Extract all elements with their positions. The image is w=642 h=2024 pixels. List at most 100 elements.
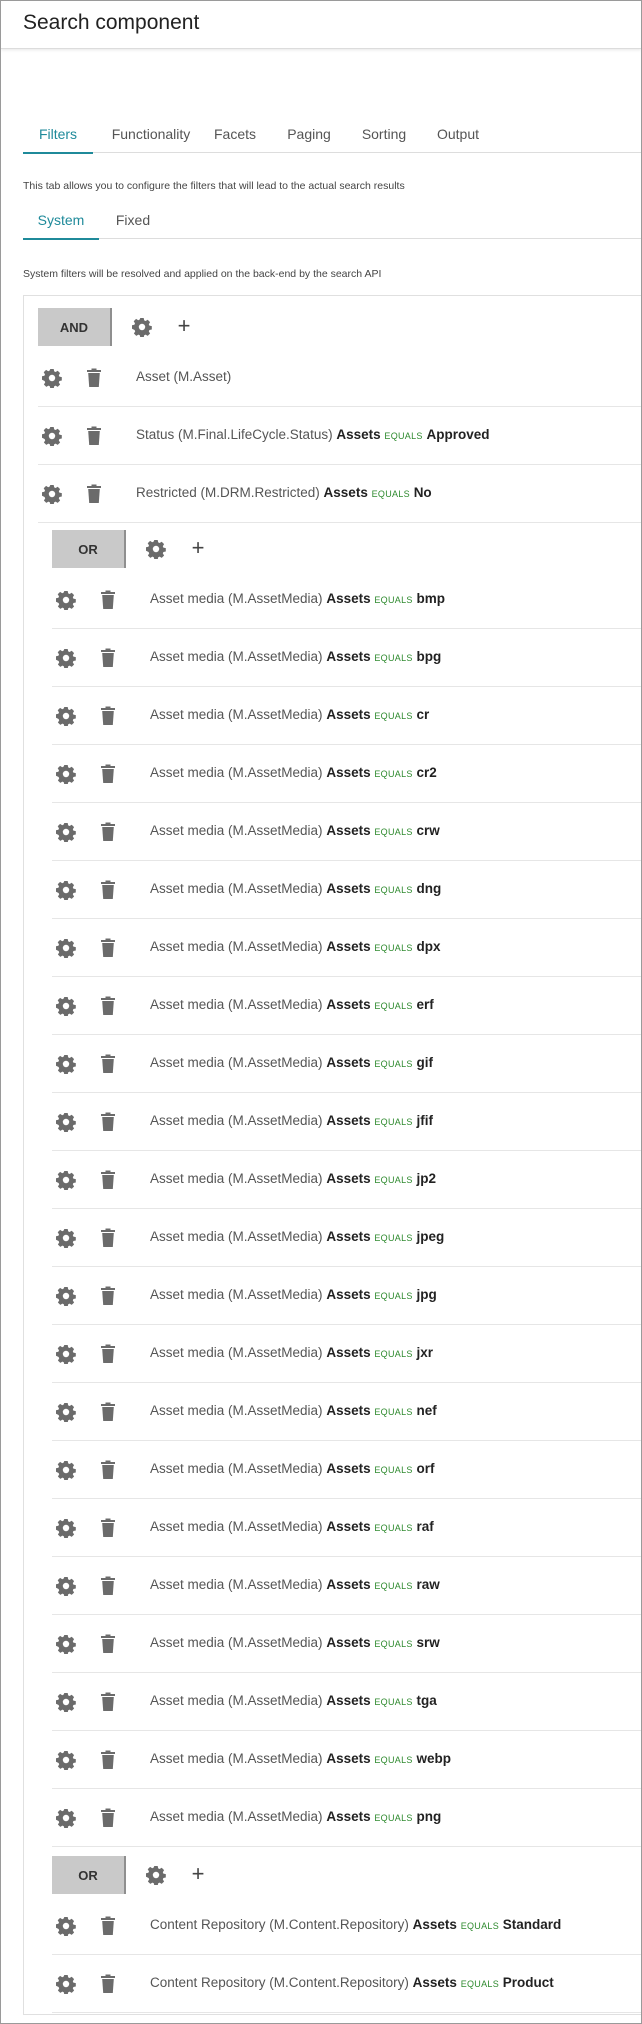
gear-icon[interactable] bbox=[56, 1112, 76, 1132]
subtab-fixed[interactable]: Fixed bbox=[111, 207, 155, 239]
trash-icon[interactable] bbox=[100, 1576, 116, 1596]
gear-icon[interactable] bbox=[56, 1916, 76, 1936]
filter-value: gif bbox=[416, 1055, 433, 1070]
or-group-2-operator-button[interactable]: OR bbox=[52, 1856, 126, 1894]
gear-icon[interactable] bbox=[56, 1974, 76, 1994]
filter-label: Asset media (M.AssetMedia) Assets EQUALS… bbox=[150, 1171, 436, 1186]
gear-icon[interactable] bbox=[42, 484, 62, 504]
gear-icon[interactable] bbox=[56, 1692, 76, 1712]
trash-icon[interactable] bbox=[100, 1974, 116, 1994]
filter-entity: Assets bbox=[323, 485, 368, 500]
trash-icon[interactable] bbox=[100, 648, 116, 668]
trash-icon[interactable] bbox=[100, 1808, 116, 1828]
gear-icon[interactable] bbox=[56, 1634, 76, 1654]
filter-entity: Assets bbox=[336, 427, 381, 442]
or-group-1-operator-button[interactable]: OR bbox=[52, 530, 126, 568]
trash-icon[interactable] bbox=[100, 590, 116, 610]
gear-icon[interactable] bbox=[56, 1228, 76, 1248]
gear-icon[interactable] bbox=[132, 317, 152, 337]
plus-icon[interactable]: + bbox=[174, 314, 194, 338]
filter-row: Asset media (M.AssetMedia) Assets EQUALS… bbox=[52, 572, 641, 629]
trash-icon[interactable] bbox=[100, 1460, 116, 1480]
filter-operator: EQUALS bbox=[374, 1001, 413, 1011]
trash-icon[interactable] bbox=[100, 1402, 116, 1422]
filter-operator: EQUALS bbox=[374, 1175, 413, 1185]
tab-sorting[interactable]: Sorting bbox=[357, 123, 411, 153]
trash-icon[interactable] bbox=[100, 996, 116, 1016]
plus-icon[interactable]: + bbox=[188, 1862, 208, 1886]
trash-icon[interactable] bbox=[100, 1286, 116, 1306]
and-group-operator-button[interactable]: AND bbox=[38, 308, 112, 346]
trash-icon[interactable] bbox=[100, 764, 116, 784]
filter-value: raw bbox=[416, 1577, 440, 1592]
gear-icon[interactable] bbox=[42, 368, 62, 388]
filter-field: Asset media (M.AssetMedia) bbox=[150, 1519, 323, 1534]
gear-icon[interactable] bbox=[56, 706, 76, 726]
trash-icon[interactable] bbox=[86, 368, 102, 388]
gear-icon[interactable] bbox=[146, 1865, 166, 1885]
tab-filters[interactable]: Filters bbox=[23, 123, 93, 154]
trash-icon[interactable] bbox=[100, 1916, 116, 1936]
trash-icon[interactable] bbox=[100, 1344, 116, 1364]
gear-icon[interactable] bbox=[56, 1808, 76, 1828]
tab-output[interactable]: Output bbox=[433, 123, 483, 153]
gear-icon[interactable] bbox=[56, 1402, 76, 1422]
filter-entity: Assets bbox=[326, 1693, 371, 1708]
filter-field: Asset media (M.AssetMedia) bbox=[150, 1809, 323, 1824]
filter-operator: EQUALS bbox=[374, 1755, 413, 1765]
gear-icon[interactable] bbox=[56, 996, 76, 1016]
filter-operator: EQUALS bbox=[374, 1349, 413, 1359]
gear-icon[interactable] bbox=[56, 1286, 76, 1306]
trash-icon[interactable] bbox=[100, 938, 116, 958]
gear-icon[interactable] bbox=[56, 938, 76, 958]
gear-icon[interactable] bbox=[56, 1460, 76, 1480]
filter-field: Asset media (M.AssetMedia) bbox=[150, 1345, 323, 1360]
filter-row: Asset media (M.AssetMedia) Assets EQUALS… bbox=[52, 688, 641, 745]
gear-icon[interactable] bbox=[56, 1344, 76, 1364]
gear-icon[interactable] bbox=[56, 880, 76, 900]
trash-icon[interactable] bbox=[100, 1692, 116, 1712]
gear-icon[interactable] bbox=[42, 426, 62, 446]
gear-icon[interactable] bbox=[56, 1576, 76, 1596]
plus-icon[interactable]: + bbox=[188, 536, 208, 560]
trash-icon[interactable] bbox=[100, 706, 116, 726]
trash-icon[interactable] bbox=[100, 1170, 116, 1190]
subtab-system[interactable]: System bbox=[23, 207, 99, 240]
tab-functionality[interactable]: Functionality bbox=[105, 123, 197, 153]
filter-entity: Assets bbox=[326, 1287, 371, 1302]
filter-field: Asset media (M.AssetMedia) bbox=[150, 1403, 323, 1418]
trash-icon[interactable] bbox=[100, 1750, 116, 1770]
trash-icon[interactable] bbox=[100, 880, 116, 900]
trash-icon[interactable] bbox=[86, 426, 102, 446]
main-tabs: Filters Functionality Facets Paging Sort… bbox=[23, 123, 641, 154]
trash-icon[interactable] bbox=[100, 1228, 116, 1248]
gear-icon[interactable] bbox=[56, 1054, 76, 1074]
filter-row: Asset media (M.AssetMedia) Assets EQUALS… bbox=[52, 1558, 641, 1615]
gear-icon[interactable] bbox=[56, 1518, 76, 1538]
gear-icon[interactable] bbox=[56, 1170, 76, 1190]
trash-icon[interactable] bbox=[100, 1112, 116, 1132]
gear-icon[interactable] bbox=[56, 590, 76, 610]
trash-icon[interactable] bbox=[100, 822, 116, 842]
tab-paging[interactable]: Paging bbox=[285, 123, 333, 153]
trash-icon[interactable] bbox=[100, 1634, 116, 1654]
gear-icon[interactable] bbox=[56, 822, 76, 842]
filter-field: Status (M.Final.LifeCycle.Status) bbox=[136, 427, 333, 442]
filter-label: Asset media (M.AssetMedia) Assets EQUALS… bbox=[150, 1461, 434, 1476]
filter-label: Asset media (M.AssetMedia) Assets EQUALS… bbox=[150, 1113, 433, 1128]
filter-entity: Assets bbox=[326, 1809, 371, 1824]
trash-icon[interactable] bbox=[86, 484, 102, 504]
gear-icon[interactable] bbox=[56, 1750, 76, 1770]
gear-icon[interactable] bbox=[56, 764, 76, 784]
filter-field: Asset media (M.AssetMedia) bbox=[150, 1287, 323, 1302]
trash-icon[interactable] bbox=[100, 1054, 116, 1074]
tab-facets[interactable]: Facets bbox=[211, 123, 259, 153]
trash-icon[interactable] bbox=[100, 1518, 116, 1538]
or-group-1-header: OR + bbox=[52, 530, 252, 568]
gear-icon[interactable] bbox=[146, 539, 166, 559]
filter-value: dng bbox=[416, 881, 442, 896]
filter-field: Asset media (M.AssetMedia) bbox=[150, 1055, 323, 1070]
gear-icon[interactable] bbox=[56, 648, 76, 668]
filter-field: Asset media (M.AssetMedia) bbox=[150, 1751, 323, 1766]
filter-entity: Assets bbox=[412, 1975, 457, 1990]
